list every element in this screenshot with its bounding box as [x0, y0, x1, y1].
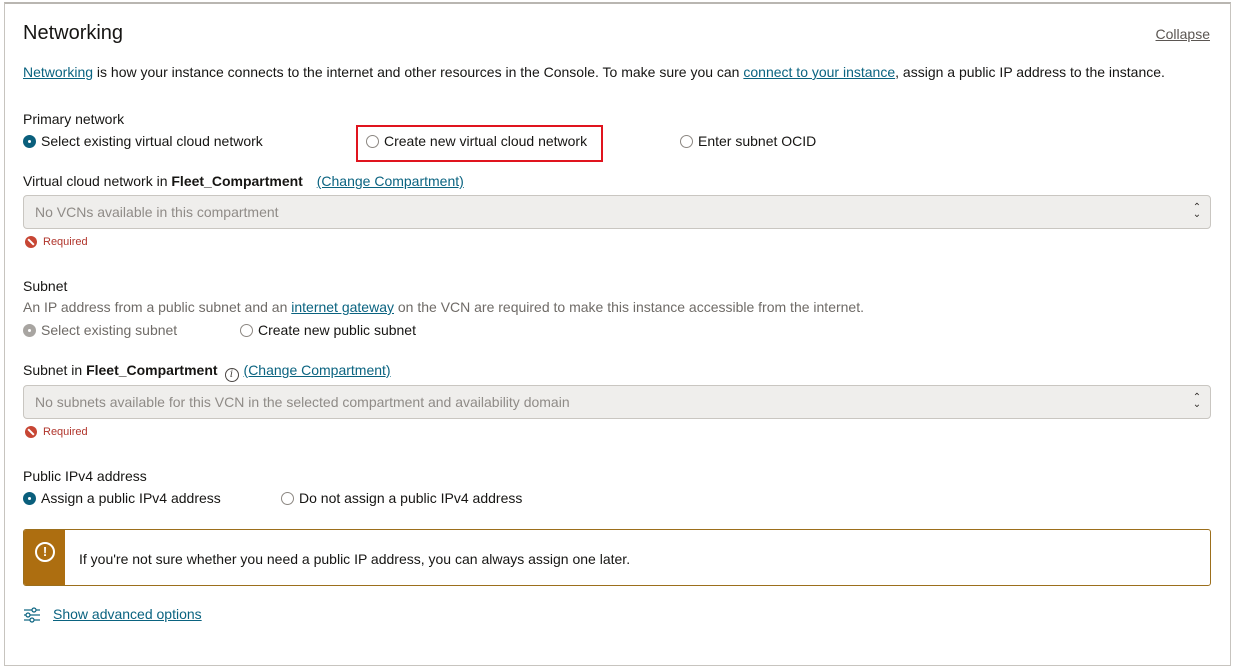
- banner-stripe: !: [24, 530, 65, 585]
- error-icon: [25, 236, 37, 248]
- section-title: Networking: [23, 22, 124, 44]
- radio-unchecked-icon[interactable]: [240, 323, 253, 337]
- intro-text: Networking is how your instance connects…: [23, 64, 1165, 80]
- sliders-icon[interactable]: [23, 606, 41, 624]
- subnet-compartment-name: Fleet_Compartment: [86, 362, 218, 378]
- subnet-select[interactable]: No subnets available for this VCN in the…: [23, 385, 1211, 419]
- subnet-select-value: No subnets available for this VCN in the…: [35, 394, 570, 410]
- subnet-required-message: Required: [25, 426, 88, 438]
- internet-gateway-link[interactable]: internet gateway: [291, 299, 394, 315]
- radio-label: Do not assign a public IPv4 address: [299, 490, 523, 506]
- radio-label: Select existing subnet: [41, 322, 178, 338]
- radio-label: Assign a public IPv4 address: [41, 490, 221, 506]
- networking-panel: Networking Collapse Networking is how yo…: [4, 2, 1231, 666]
- vcn-select[interactable]: No VCNs available in this compartment ⌃ ⌄: [23, 195, 1211, 229]
- radio-checked-icon[interactable]: [23, 134, 36, 148]
- radio-do-not-assign-public-ip[interactable]: Do not assign a public IPv4 address: [281, 490, 522, 506]
- required-text: Required: [43, 426, 88, 438]
- show-advanced-options-link[interactable]: Show advanced options: [53, 606, 202, 622]
- radio-enter-subnet-ocid[interactable]: Enter subnet OCID: [680, 133, 816, 149]
- subnet-description: An IP address from a public subnet and a…: [23, 299, 864, 315]
- warning-icon: !: [35, 542, 55, 562]
- intro-text-part2: , assign a public IP address to the inst…: [895, 64, 1165, 80]
- chevron-up-down-icon: ⌃ ⌄: [1192, 202, 1202, 220]
- subnet-select-label: Subnet in Fleet_Compartment i (Change Comp…: [23, 362, 391, 382]
- radio-unchecked-icon[interactable]: [680, 134, 693, 148]
- required-text: Required: [43, 236, 88, 248]
- radio-unchecked-icon[interactable]: [281, 491, 294, 505]
- vcn-required-message: Required: [25, 236, 88, 248]
- public-ip-label: Public IPv4 address: [23, 468, 147, 484]
- radio-checked-disabled-icon[interactable]: [23, 323, 36, 337]
- subnet-label: Subnet: [23, 278, 68, 294]
- radio-select-existing-vcn[interactable]: Select existing virtual cloud network: [23, 133, 263, 149]
- networking-link[interactable]: Networking: [23, 64, 93, 80]
- intro-text-part1: is how your instance connects to the int…: [93, 64, 744, 80]
- radio-checked-icon[interactable]: [23, 491, 36, 505]
- vcn-label: Virtual cloud network in Fleet_Compartme…: [23, 173, 464, 189]
- connect-instance-link[interactable]: connect to your instance: [743, 64, 895, 80]
- radio-label: Select existing virtual cloud network: [41, 133, 263, 149]
- highlight-box: [356, 125, 603, 162]
- radio-create-new-public-subnet[interactable]: Create new public subnet: [240, 322, 416, 338]
- vcn-select-value: No VCNs available in this compartment: [35, 204, 279, 220]
- vcn-compartment-name: Fleet_Compartment: [171, 173, 303, 189]
- subnet-desc-part2: on the VCN are required to make this ins…: [393, 299, 864, 315]
- public-ip-warning-banner: ! If you're not sure whether you need a …: [23, 529, 1211, 586]
- radio-label: Create new public subnet: [258, 322, 416, 338]
- vcn-change-compartment-link[interactable]: (Change Compartment): [317, 173, 464, 189]
- radio-assign-public-ip[interactable]: Assign a public IPv4 address: [23, 490, 221, 506]
- radio-label: Enter subnet OCID: [698, 133, 817, 149]
- info-icon[interactable]: i: [224, 368, 239, 382]
- subnet-change-compartment-link[interactable]: (Change Compartment): [244, 362, 391, 378]
- vcn-label-text: Virtual cloud network in: [23, 173, 172, 189]
- subnet-select-label-text: Subnet in: [23, 362, 87, 378]
- subnet-desc-part1: An IP address from a public subnet and a…: [23, 299, 292, 315]
- error-icon: [25, 426, 37, 438]
- collapse-link[interactable]: Collapse: [1156, 26, 1210, 42]
- primary-network-label: Primary network: [23, 111, 125, 127]
- banner-text: If you're not sure whether you need a pu…: [79, 551, 631, 567]
- radio-select-existing-subnet[interactable]: Select existing subnet: [23, 322, 177, 338]
- chevron-up-down-icon: ⌃ ⌄: [1192, 392, 1202, 410]
